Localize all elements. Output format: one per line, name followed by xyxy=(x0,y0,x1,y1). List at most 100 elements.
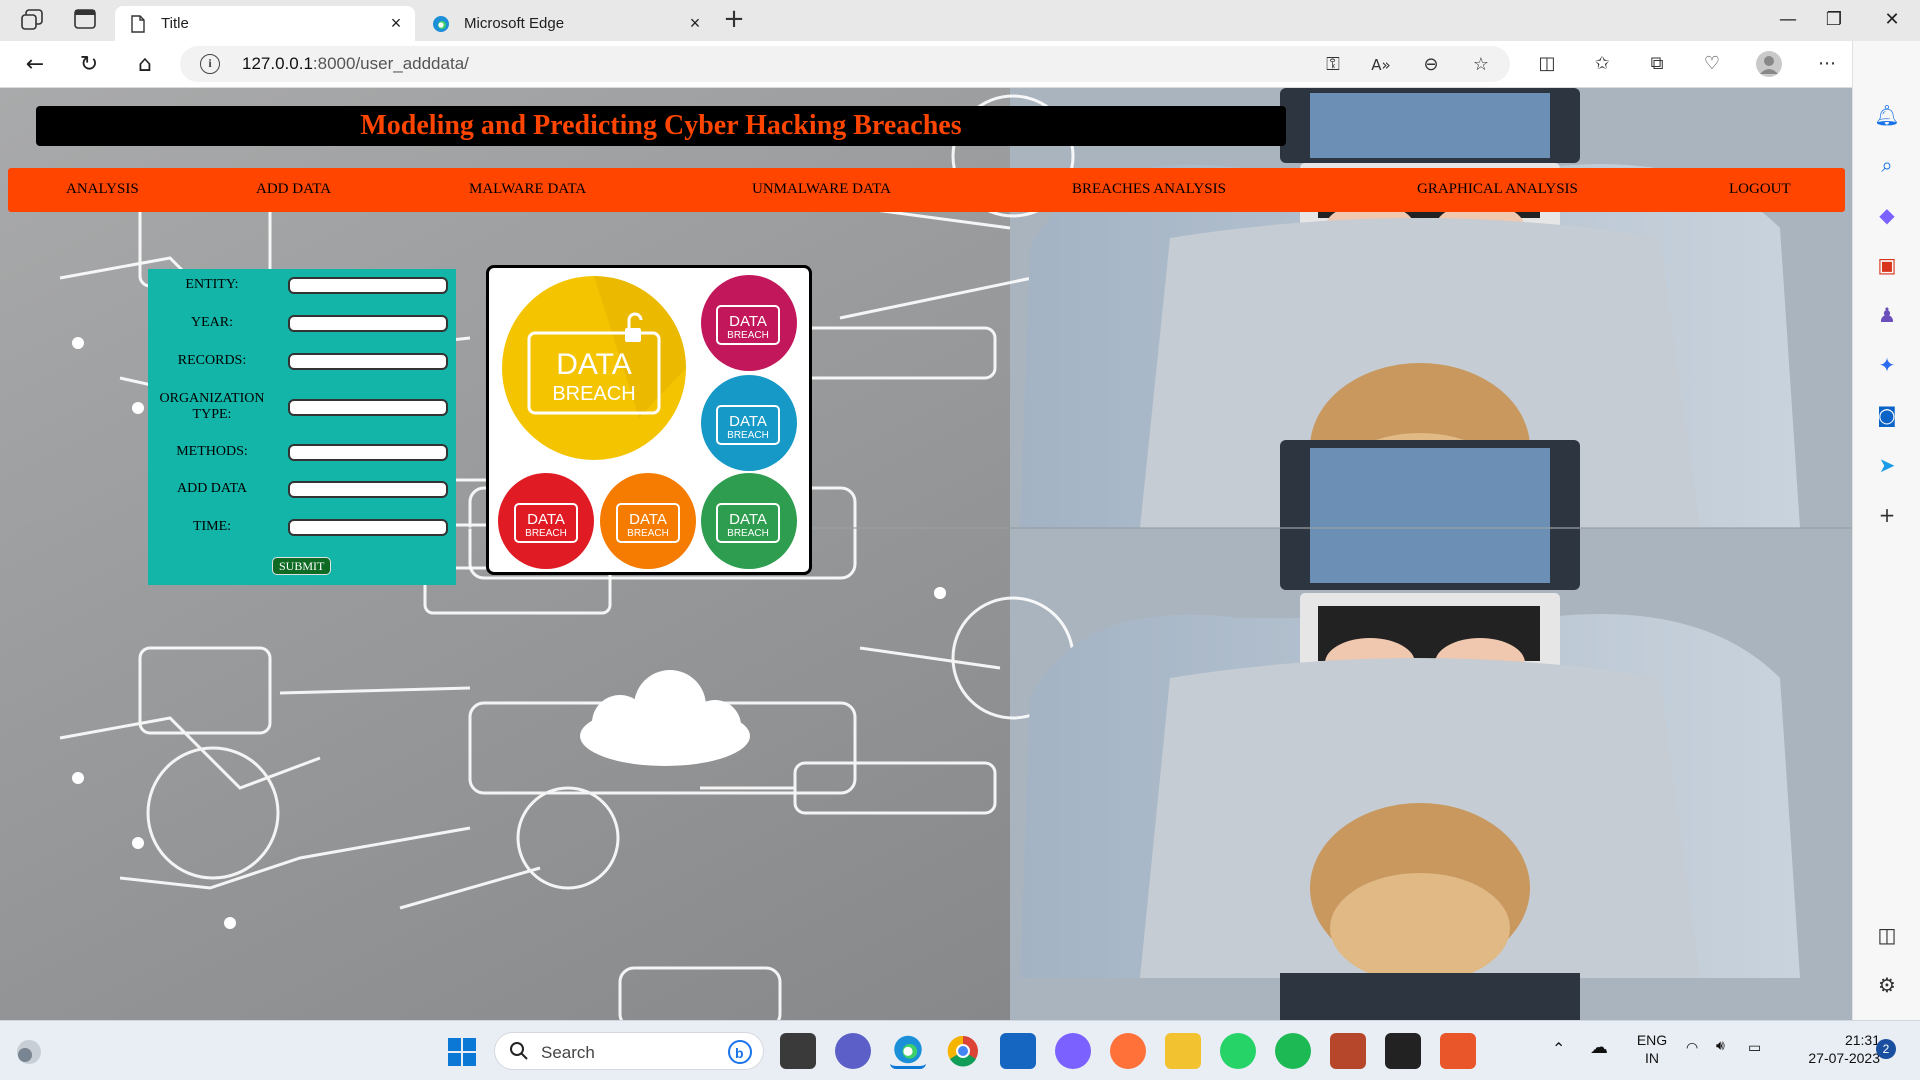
year-input[interactable] xyxy=(288,315,448,332)
read-aloud-icon[interactable]: A» xyxy=(1370,54,1392,76)
svg-text:DATA: DATA xyxy=(729,511,767,528)
winrar-icon[interactable] xyxy=(1330,1033,1366,1069)
tab-label: Microsoft Edge xyxy=(464,15,565,32)
menu-malware-data[interactable]: MALWARE DATA xyxy=(469,181,586,198)
menu-graphical-analysis[interactable]: GRAPHICAL ANALYSIS xyxy=(1417,181,1578,198)
wifi-icon[interactable]: ◠ xyxy=(1686,1039,1698,1056)
firefox-icon[interactable] xyxy=(1110,1033,1146,1069)
xampp-icon[interactable] xyxy=(1440,1033,1476,1069)
close-tab-icon[interactable]: × xyxy=(387,14,405,32)
edge-taskbar-icon[interactable] xyxy=(890,1033,926,1069)
svg-text:b: b xyxy=(735,1045,744,1061)
close-window-icon[interactable]: ✕ xyxy=(1864,4,1920,36)
copilot-taskbar-icon[interactable] xyxy=(1055,1033,1091,1069)
chrome-icon[interactable] xyxy=(945,1033,981,1069)
submit-button[interactable]: SUBMIT xyxy=(272,557,332,575)
svg-text:BREACH: BREACH xyxy=(727,330,769,341)
methods-input[interactable] xyxy=(288,444,448,461)
back-icon[interactable]: ← xyxy=(20,50,50,80)
svg-text:BREACH: BREACH xyxy=(525,528,567,539)
refresh-icon[interactable]: ↻ xyxy=(74,50,104,80)
battery-icon[interactable]: ▭ xyxy=(1748,1039,1761,1056)
time-input[interactable] xyxy=(288,519,448,536)
spotify-icon[interactable] xyxy=(1275,1033,1311,1069)
tab-microsoft-edge[interactable]: Microsoft Edge × xyxy=(418,6,714,41)
search-icon[interactable]: ⌕ xyxy=(1873,151,1901,179)
add-sidebar-app-icon[interactable]: + xyxy=(1873,501,1901,529)
svg-text:DATA: DATA xyxy=(729,413,767,430)
key-icon[interactable]: ⚿ xyxy=(1322,54,1344,76)
profile-avatar-icon[interactable] xyxy=(1754,49,1784,79)
records-input[interactable] xyxy=(288,353,448,370)
add-data-input[interactable] xyxy=(288,481,448,498)
close-tab-icon[interactable]: × xyxy=(686,14,704,32)
more-options-icon[interactable]: ⋯ xyxy=(1816,53,1838,75)
site-info-icon[interactable]: i xyxy=(200,54,220,74)
methods-label: METHODS: xyxy=(176,444,248,459)
task-view-icon[interactable] xyxy=(780,1033,816,1069)
records-label: RECORDS: xyxy=(177,353,247,368)
widgets-icon[interactable] xyxy=(14,1037,44,1067)
svg-text:DATA: DATA xyxy=(527,511,565,528)
navigation-bar: ← ↻ ⌂ i 127.0.0.1:8000/user_adddata/ ⚿ A… xyxy=(0,41,1920,88)
address-text[interactable]: 127.0.0.1:8000/user_adddata/ xyxy=(242,54,469,74)
menu-analysis[interactable]: ANALYSIS xyxy=(66,181,139,198)
teams-chat-icon[interactable] xyxy=(835,1033,871,1069)
entity-label: ENTITY: xyxy=(185,277,239,292)
sidebar-settings-icon[interactable]: ⚙ xyxy=(1873,971,1901,999)
time-label: TIME: xyxy=(192,519,232,534)
browser-essentials-icon[interactable]: ♡ xyxy=(1701,53,1723,75)
tab-actions-icon[interactable] xyxy=(74,9,96,29)
menu-breaches-analysis[interactable]: BREACHES ANALYSIS xyxy=(1072,181,1226,198)
show-hidden-icons-icon[interactable]: ⌃ xyxy=(1552,1039,1565,1059)
notification-bell-icon[interactable]: 🔔︎ xyxy=(1873,101,1901,129)
address-bar[interactable]: i 127.0.0.1:8000/user_adddata/ ⚿ A» ⊖ ☆ xyxy=(180,46,1510,82)
restore-icon[interactable]: ❐ xyxy=(1806,4,1862,36)
add-data-label: ADD DATA xyxy=(176,481,248,496)
file-explorer-icon[interactable] xyxy=(1165,1033,1201,1069)
favorites-icon[interactable]: ✩ xyxy=(1591,53,1613,75)
games-icon[interactable]: ♟ xyxy=(1873,301,1901,329)
bing-icon: b xyxy=(728,1040,752,1064)
volume-icon[interactable]: 🔊︎ xyxy=(1716,1037,1725,1054)
tab-strip: Title × Microsoft Edge × + — ❐ ✕ xyxy=(0,0,1920,41)
new-tab-icon[interactable]: + xyxy=(722,6,746,32)
hide-sidebar-icon[interactable]: ◫ xyxy=(1873,921,1901,949)
terminal-icon[interactable] xyxy=(1385,1033,1421,1069)
send-icon[interactable]: ➤ xyxy=(1873,451,1901,479)
search-icon xyxy=(510,1042,528,1060)
menu-logout[interactable]: LOGOUT xyxy=(1729,181,1791,198)
workspaces-icon[interactable] xyxy=(20,9,44,31)
shopping-tag-icon[interactable]: ◆ xyxy=(1873,201,1901,229)
taskbar-search[interactable]: Search b xyxy=(494,1032,764,1070)
onedrive-icon[interactable]: ☁ xyxy=(1590,1037,1608,1058)
outlook-icon[interactable]: ◙ xyxy=(1873,401,1901,429)
site-title: Modeling and Predicting Cyber Hacking Br… xyxy=(360,110,962,141)
tools-icon[interactable]: ▣ xyxy=(1873,251,1901,279)
favorite-star-icon[interactable]: ☆ xyxy=(1470,54,1492,76)
start-icon[interactable] xyxy=(446,1036,478,1068)
home-icon[interactable]: ⌂ xyxy=(130,50,160,80)
page-viewport: Modeling and Predicting Cyber Hacking Br… xyxy=(0,88,1852,1020)
svg-text:BREACH: BREACH xyxy=(552,383,635,405)
organization-type-label: ORGANIZATION TYPE: xyxy=(159,391,265,422)
svg-text:DATA: DATA xyxy=(729,313,767,330)
tab-label: Title xyxy=(161,15,189,32)
collections-icon[interactable]: ⧉ xyxy=(1646,53,1668,75)
menu-unmalware-data[interactable]: UNMALWARE DATA xyxy=(752,181,891,198)
svg-text:BREACH: BREACH xyxy=(727,528,769,539)
edge-icon xyxy=(433,15,449,32)
clock[interactable]: 21:31 27-07-2023 xyxy=(1780,1031,1880,1067)
svg-text:DATA: DATA xyxy=(629,511,667,528)
menu-add-data[interactable]: ADD DATA xyxy=(256,181,331,198)
tab-title[interactable]: Title × xyxy=(115,6,415,41)
zoom-out-icon[interactable]: ⊖ xyxy=(1420,54,1442,76)
store-icon[interactable] xyxy=(1000,1033,1036,1069)
whatsapp-icon[interactable] xyxy=(1220,1033,1256,1069)
copilot-icon[interactable]: ✦ xyxy=(1873,351,1901,379)
organization-type-input[interactable] xyxy=(288,399,448,416)
notification-badge[interactable]: 2 xyxy=(1876,1039,1896,1059)
language-indicator[interactable]: ENG IN xyxy=(1634,1031,1670,1067)
entity-input[interactable] xyxy=(288,277,448,294)
split-screen-icon[interactable]: ◫ xyxy=(1536,53,1558,75)
